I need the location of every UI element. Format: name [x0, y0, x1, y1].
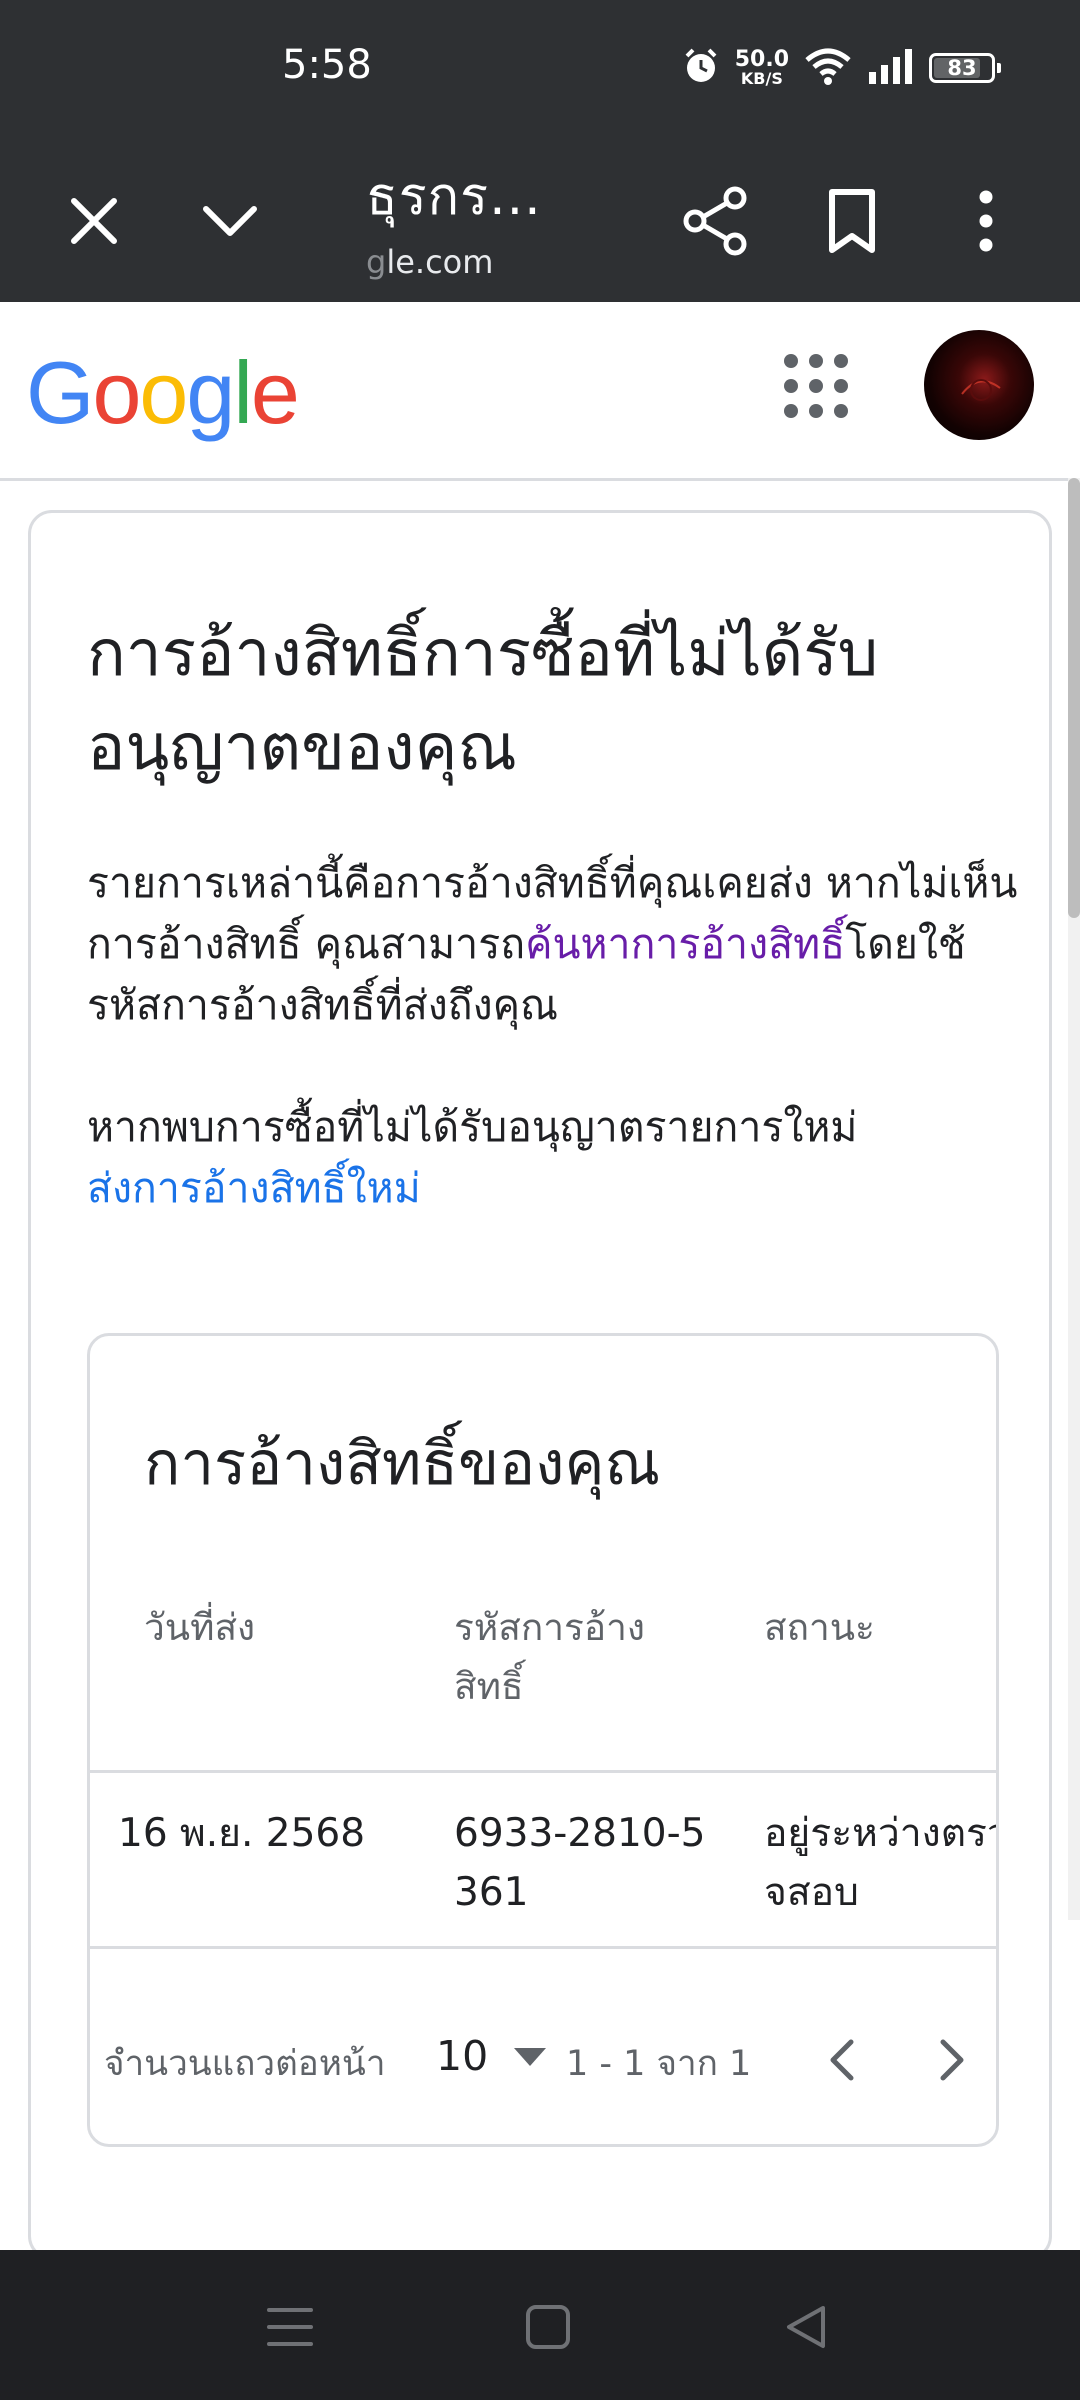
share-button[interactable] [676, 181, 756, 261]
cell-date: 16 พ.ย. 2568 [118, 1811, 366, 1856]
page-heading: การอ้างสิทธิ์การซื้อที่ไม่ได้รับอนุญาตขอ… [87, 617, 879, 785]
status-icons: 50.0 KB/S 83 [681, 46, 1001, 90]
menu-icon [267, 2308, 313, 2346]
logo-letter: o [92, 343, 141, 442]
table-divider [90, 1770, 996, 1773]
page-title: ธุรกร... [366, 167, 542, 227]
avatar[interactable] [924, 330, 1034, 440]
table-divider [90, 1946, 996, 1949]
new-claim-text: หากพบการซื้อที่ไม่ได้รับอนุญาตรายการใหม่ [87, 1103, 858, 1151]
close-icon [71, 198, 117, 244]
more-vert-icon [979, 190, 993, 252]
intro-paragraph: รายการเหล่านี้คือการอ้างสิทธิ์ที่คุณเคยส… [87, 853, 1027, 1036]
page-scrollbar[interactable] [1068, 478, 1080, 1920]
bookmark-icon [829, 189, 875, 253]
page-title-block[interactable]: ธุรกร... gle.com [366, 154, 656, 281]
column-header-status: สถานะ [764, 1606, 875, 1649]
avatar-image [961, 379, 1001, 401]
claims-table-card: การอ้างสิทธิ์ของคุณ วันที่ส่ง รหัสการอ้า… [87, 1333, 999, 2147]
cell-claim-id: 6933-2810-5361 [454, 1811, 706, 1915]
next-page-button[interactable] [922, 2020, 982, 2100]
cell-status: อยู่ระหว่างตรวจสอบ [764, 1811, 999, 1915]
status-time: 5:58 [282, 42, 372, 88]
more-options-button[interactable] [946, 181, 1026, 261]
menu-button[interactable] [255, 2292, 325, 2362]
logo-letter: G [26, 343, 94, 442]
alarm-icon [681, 46, 721, 90]
logo-letter: g [186, 343, 235, 442]
page-url: gle.com [366, 243, 656, 281]
column-header-claim-id: รหัสการอ้างสิทธิ์ [454, 1606, 645, 1708]
column-header-date: วันที่ส่ง [144, 1606, 256, 1649]
chevron-down-icon [203, 206, 257, 236]
battery-percent: 83 [947, 56, 977, 80]
speed-value: 50.0 [734, 47, 789, 72]
apps-grid-icon[interactable] [784, 354, 848, 418]
home-button[interactable] [513, 2292, 583, 2362]
logo-letter: e [250, 343, 300, 442]
status-bar: 5:58 50.0 KB/S 83 [0, 0, 1080, 140]
pagination-range: 1 - 1 จาก 1 [566, 2044, 752, 2084]
system-nav-bar [0, 2250, 1080, 2400]
rows-per-page-label: จำนวนแถวต่อหน้า [104, 2044, 386, 2084]
previous-page-button[interactable] [812, 2020, 872, 2100]
signal-icon [867, 48, 915, 88]
rows-per-page-select[interactable]: 10 [436, 2032, 488, 2080]
url-faded: g [366, 243, 387, 281]
bookmark-button[interactable] [812, 181, 892, 261]
google-logo[interactable]: Google [26, 342, 300, 444]
dropdown-arrow-icon[interactable] [514, 2048, 546, 2066]
google-header: Google [0, 302, 1068, 481]
network-speed: 50.0 KB/S [735, 49, 789, 87]
logo-letter: l [233, 343, 253, 442]
find-claim-link[interactable]: ค้นหาการอ้างสิทธิ์ [525, 920, 845, 968]
new-claim-link[interactable]: ส่งการอ้างสิทธิ์ใหม่ [87, 1164, 421, 1212]
claims-card: การอ้างสิทธิ์การซื้อที่ไม่ได้รับอนุญาตขอ… [28, 510, 1052, 2260]
chevron-left-icon [830, 2039, 854, 2081]
minimize-button[interactable] [190, 181, 270, 261]
back-icon [787, 2306, 825, 2348]
logo-letter: o [139, 343, 188, 442]
custom-tab-toolbar: ธุรกร... gle.com [0, 140, 1080, 302]
home-icon [526, 2305, 570, 2349]
speed-unit: KB/S [740, 69, 783, 88]
share-icon [683, 186, 747, 256]
claims-heading: การอ้างสิทธิ์ของคุณ [144, 1429, 661, 1499]
wifi-icon [803, 46, 853, 90]
new-claim-paragraph: หากพบการซื้อที่ไม่ได้รับอนุญาตรายการใหม่… [87, 1097, 1027, 1219]
scrollbar-thumb[interactable] [1068, 478, 1080, 918]
close-button[interactable] [54, 181, 134, 261]
url-text: le.com [386, 243, 494, 281]
battery-icon: 83 [929, 53, 1001, 83]
chevron-right-icon [940, 2039, 964, 2081]
back-button[interactable] [771, 2292, 841, 2362]
